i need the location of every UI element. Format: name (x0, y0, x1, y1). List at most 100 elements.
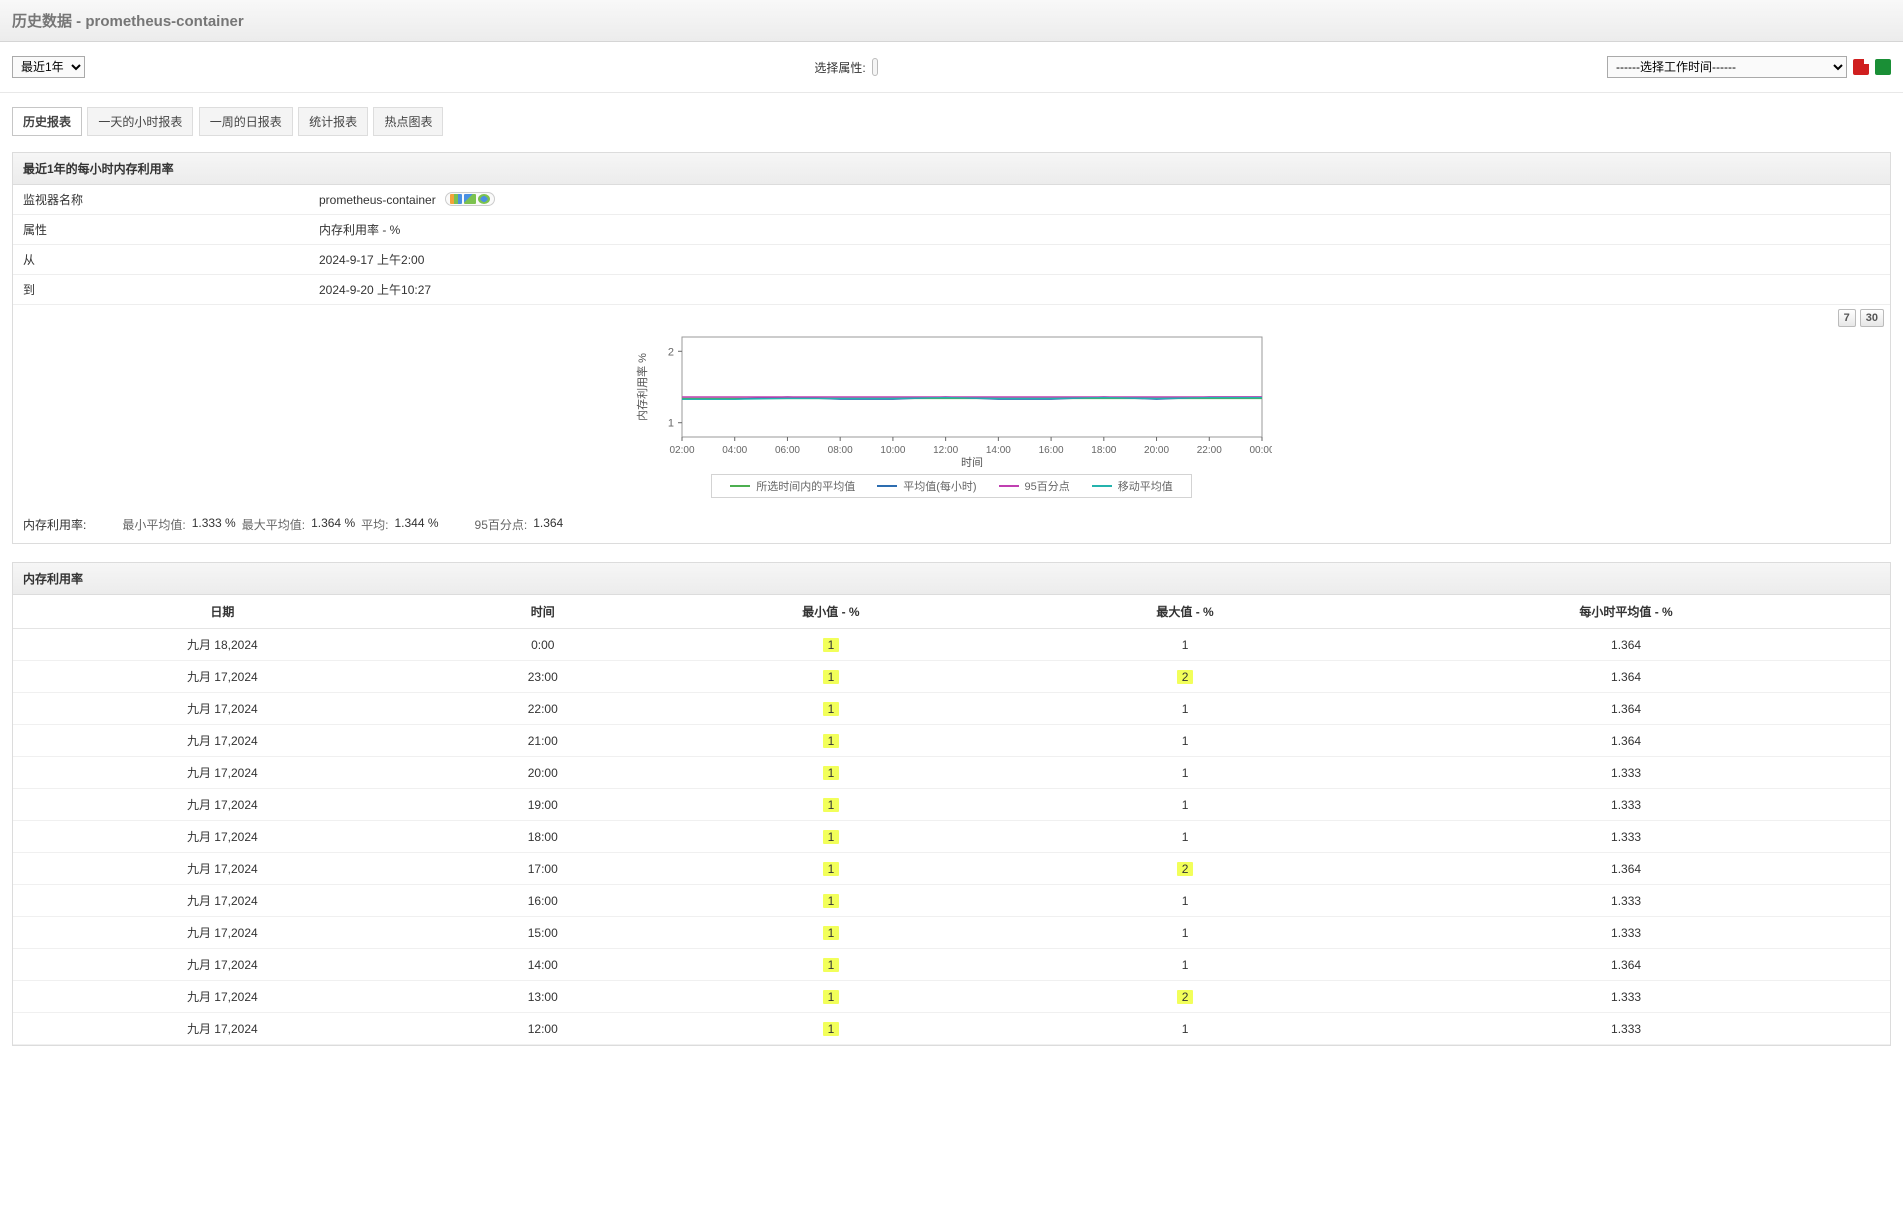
tab-history[interactable]: 历史报表 (12, 107, 82, 136)
svg-text:14:00: 14:00 (985, 445, 1010, 456)
monitor-name-value: prometheus-container (319, 193, 436, 207)
cell-max: 1 (1008, 949, 1362, 981)
period-select[interactable]: 最近1年 (12, 56, 85, 78)
cell-time: 15:00 (432, 917, 654, 949)
table-row: 九月 17,202421:00111.364 (13, 725, 1890, 757)
chart-range-7-button[interactable]: 7 (1838, 309, 1856, 327)
svg-text:2: 2 (667, 346, 673, 358)
attribute-value: 内存利用率 - % (309, 215, 1890, 245)
table-row: 九月 17,202412:00111.333 (13, 1013, 1890, 1045)
legend-item: 移动平均值 (1092, 478, 1173, 494)
cell-max: 1 (1008, 885, 1362, 917)
stats-p95-value: 1.364 (533, 516, 563, 533)
tab-heatmap[interactable]: 热点图表 (373, 107, 443, 136)
cell-time: 20:00 (432, 757, 654, 789)
stats-p95-label: 95百分点: (475, 516, 528, 533)
cell-time: 23:00 (432, 661, 654, 693)
cell-time: 19:00 (432, 789, 654, 821)
th-avg: 每小时平均值 - % (1362, 595, 1890, 629)
cell-min: 1 (654, 789, 1008, 821)
svg-text:12:00: 12:00 (933, 445, 958, 456)
cell-date: 九月 17,2024 (13, 693, 432, 725)
svg-text:00:00: 00:00 (1249, 445, 1272, 456)
attribute-label: 属性 (13, 215, 309, 245)
worktime-select[interactable]: ------选择工作时间------ (1607, 56, 1847, 78)
cell-avg: 1.333 (1362, 981, 1890, 1013)
svg-text:06:00: 06:00 (774, 445, 799, 456)
pie-chart-icon[interactable] (478, 194, 490, 204)
svg-text:内存利用率 %: 内存利用率 % (635, 353, 649, 421)
export-pdf-icon[interactable] (1853, 59, 1869, 75)
monitor-actions[interactable] (445, 192, 495, 206)
cell-date: 九月 17,2024 (13, 853, 432, 885)
cell-max: 2 (1008, 661, 1362, 693)
table-row: 九月 17,202420:00111.333 (13, 757, 1890, 789)
cell-time: 16:00 (432, 885, 654, 917)
cell-date: 九月 17,2024 (13, 661, 432, 693)
cell-avg: 1.333 (1362, 821, 1890, 853)
cell-min: 1 (654, 981, 1008, 1013)
table-row: 九月 17,202422:00111.364 (13, 693, 1890, 725)
cell-avg: 1.333 (1362, 757, 1890, 789)
export-excel-icon[interactable] (1875, 59, 1891, 75)
cell-min: 1 (654, 885, 1008, 917)
cell-max: 1 (1008, 1013, 1362, 1045)
svg-text:20:00: 20:00 (1144, 445, 1169, 456)
tab-hourly[interactable]: 一天的小时报表 (87, 107, 193, 136)
cell-avg: 1.333 (1362, 917, 1890, 949)
cell-date: 九月 17,2024 (13, 1013, 432, 1045)
stats-attr-label: 内存利用率: (23, 516, 86, 533)
to-value: 2024-9-20 上午10:27 (309, 275, 1890, 305)
legend-item: 95百分点 (999, 478, 1070, 494)
attribute-drag-handle[interactable] (872, 58, 878, 76)
legend-item: 平均值(每小时) (877, 478, 976, 494)
legend-item: 所选时间内的平均值 (730, 478, 855, 494)
table-row: 九月 17,202414:00111.364 (13, 949, 1890, 981)
table-row: 九月 17,202418:00111.333 (13, 821, 1890, 853)
select-attribute-label: 选择属性: (814, 59, 865, 76)
stats-row: 内存利用率: 最小平均值: 1.333 % 最大平均值: 1.364 % 平均:… (13, 508, 1890, 543)
cell-avg: 1.364 (1362, 949, 1890, 981)
cell-time: 22:00 (432, 693, 654, 725)
cell-max: 1 (1008, 789, 1362, 821)
line-chart-icon[interactable] (464, 194, 476, 204)
cell-time: 13:00 (432, 981, 654, 1013)
table-row: 九月 17,202413:00121.333 (13, 981, 1890, 1013)
table-row: 九月 17,202417:00121.364 (13, 853, 1890, 885)
toolbar: 最近1年 选择属性: ------选择工作时间------ (0, 42, 1903, 93)
svg-text:22:00: 22:00 (1196, 445, 1221, 456)
cell-date: 九月 17,2024 (13, 949, 432, 981)
cell-date: 九月 17,2024 (13, 917, 432, 949)
cell-date: 九月 17,2024 (13, 885, 432, 917)
cell-date: 九月 17,2024 (13, 757, 432, 789)
chart-range-30-button[interactable]: 30 (1860, 309, 1884, 327)
monitor-name-label: 监视器名称 (13, 185, 309, 215)
data-table-title: 内存利用率 (13, 563, 1890, 595)
tab-weekly[interactable]: 一周的日报表 (199, 107, 293, 136)
svg-text:时间: 时间 (961, 456, 983, 467)
stats-min-label: 最小平均值: (122, 516, 185, 533)
cell-min: 1 (654, 693, 1008, 725)
tab-bar: 历史报表 一天的小时报表 一周的日报表 统计报表 热点图表 (12, 107, 1891, 136)
cell-date: 九月 17,2024 (13, 981, 432, 1013)
cell-avg: 1.364 (1362, 853, 1890, 885)
svg-text:08:00: 08:00 (827, 445, 852, 456)
svg-text:1: 1 (667, 418, 673, 430)
cell-min: 1 (654, 821, 1008, 853)
bar-chart-icon[interactable] (450, 194, 462, 204)
cell-avg: 1.364 (1362, 725, 1890, 757)
tab-stats[interactable]: 统计报表 (298, 107, 368, 136)
from-value: 2024-9-17 上午2:00 (309, 245, 1890, 275)
svg-text:18:00: 18:00 (1091, 445, 1116, 456)
cell-min: 1 (654, 725, 1008, 757)
chart-legend: 所选时间内的平均值 平均值(每小时) 95百分点 移动平均值 (711, 474, 1192, 498)
memory-usage-chart: 1202:0004:0006:0008:0010:0012:0014:0016:… (632, 327, 1272, 470)
th-min: 最小值 - % (654, 595, 1008, 629)
cell-max: 1 (1008, 757, 1362, 789)
cell-avg: 1.364 (1362, 629, 1890, 661)
table-row: 九月 17,202416:00111.333 (13, 885, 1890, 917)
summary-section-title: 最近1年的每小时内存利用率 (13, 153, 1890, 185)
svg-text:04:00: 04:00 (722, 445, 747, 456)
svg-text:10:00: 10:00 (880, 445, 905, 456)
cell-max: 1 (1008, 693, 1362, 725)
